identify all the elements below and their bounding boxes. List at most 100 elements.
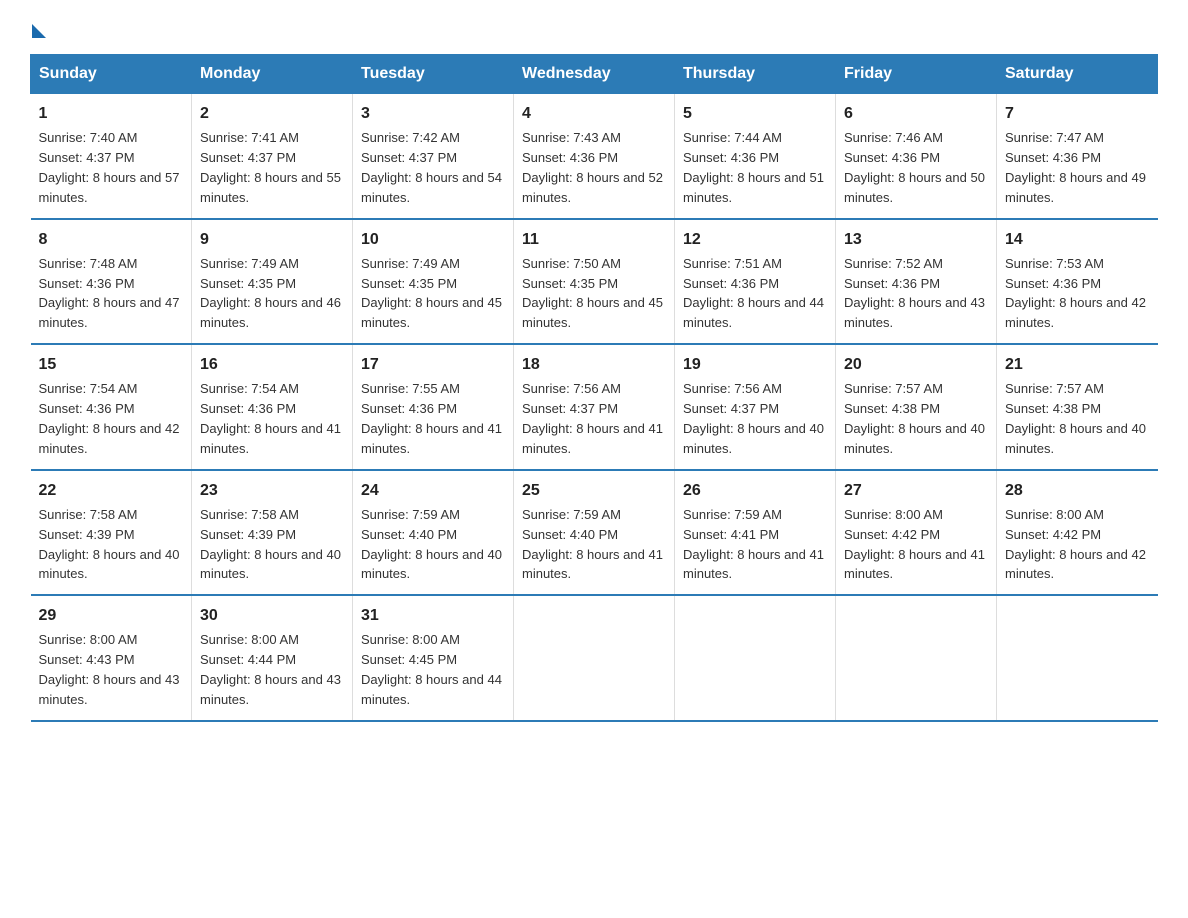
page-header: [30, 20, 1158, 34]
header-sunday: Sunday: [31, 55, 192, 94]
calendar-table: SundayMondayTuesdayWednesdayThursdayFrid…: [30, 54, 1158, 722]
calendar-cell: 26 Sunrise: 7:59 AMSunset: 4:41 PMDayligh…: [675, 470, 836, 596]
day-info: Sunrise: 8:00 AMSunset: 4:44 PMDaylight:…: [200, 632, 341, 707]
day-number: 15: [39, 353, 184, 376]
logo-triangle-icon: [32, 24, 46, 38]
day-info: Sunrise: 7:59 AMSunset: 4:40 PMDaylight:…: [361, 507, 502, 582]
day-info: Sunrise: 7:59 AMSunset: 4:41 PMDaylight:…: [683, 507, 824, 582]
day-info: Sunrise: 7:59 AMSunset: 4:40 PMDaylight:…: [522, 507, 663, 582]
calendar-cell: 19 Sunrise: 7:56 AMSunset: 4:37 PMDayligh…: [675, 344, 836, 470]
calendar-cell: 5Sunrise: 7:44 AMSunset: 4:36 PMDaylight…: [675, 94, 836, 219]
day-number: 18: [522, 353, 666, 376]
calendar-cell: 8 Sunrise: 7:48 AMSunset: 4:36 PMDaylight…: [31, 219, 192, 345]
calendar-cell: 24 Sunrise: 7:59 AMSunset: 4:40 PMDayligh…: [353, 470, 514, 596]
calendar-cell: 16 Sunrise: 7:54 AMSunset: 4:36 PMDayligh…: [192, 344, 353, 470]
day-info: Sunrise: 7:54 AMSunset: 4:36 PMDaylight:…: [39, 381, 180, 456]
day-number: 4: [522, 102, 666, 125]
calendar-cell: 2Sunrise: 7:41 AMSunset: 4:37 PMDaylight…: [192, 94, 353, 219]
day-number: 20: [844, 353, 988, 376]
day-number: 13: [844, 228, 988, 251]
day-number: 29: [39, 604, 184, 627]
day-info: Sunrise: 7:50 AMSunset: 4:35 PMDaylight:…: [522, 256, 663, 331]
calendar-cell: 4 Sunrise: 7:43 AMSunset: 4:36 PMDaylight…: [514, 94, 675, 219]
day-number: 31: [361, 604, 505, 627]
calendar-week-row: 15 Sunrise: 7:54 AMSunset: 4:36 PMDayligh…: [31, 344, 1158, 470]
day-info: Sunrise: 7:47 AMSunset: 4:36 PMDaylight:…: [1005, 130, 1146, 205]
day-number: 7: [1005, 102, 1150, 125]
day-info: Sunrise: 8:00 AMSunset: 4:43 PMDaylight:…: [39, 632, 180, 707]
day-info: Sunrise: 7:42 AMSunset: 4:37 PMDaylight:…: [361, 130, 502, 205]
calendar-cell: 6 Sunrise: 7:46 AMSunset: 4:36 PMDaylight…: [836, 94, 997, 219]
calendar-cell: 3 Sunrise: 7:42 AMSunset: 4:37 PMDaylight…: [353, 94, 514, 219]
calendar-cell: 11 Sunrise: 7:50 AMSunset: 4:35 PMDayligh…: [514, 219, 675, 345]
day-info: Sunrise: 7:57 AMSunset: 4:38 PMDaylight:…: [844, 381, 985, 456]
calendar-cell: 29 Sunrise: 8:00 AMSunset: 4:43 PMDayligh…: [31, 595, 192, 721]
day-info: Sunrise: 7:46 AMSunset: 4:36 PMDaylight:…: [844, 130, 985, 205]
day-number: 24: [361, 479, 505, 502]
day-number: 5: [683, 102, 827, 125]
day-info: Sunrise: 7:58 AMSunset: 4:39 PMDaylight:…: [200, 507, 341, 582]
day-info: Sunrise: 7:56 AMSunset: 4:37 PMDaylight:…: [522, 381, 663, 456]
day-info: Sunrise: 7:58 AMSunset: 4:39 PMDaylight:…: [39, 507, 180, 582]
day-number: 9: [200, 228, 344, 251]
calendar-cell: [675, 595, 836, 721]
calendar-cell: 18 Sunrise: 7:56 AMSunset: 4:37 PMDayligh…: [514, 344, 675, 470]
day-number: 14: [1005, 228, 1150, 251]
day-number: 21: [1005, 353, 1150, 376]
calendar-week-row: 8 Sunrise: 7:48 AMSunset: 4:36 PMDaylight…: [31, 219, 1158, 345]
day-number: 30: [200, 604, 344, 627]
calendar-cell: 15 Sunrise: 7:54 AMSunset: 4:36 PMDayligh…: [31, 344, 192, 470]
calendar-cell: 17 Sunrise: 7:55 AMSunset: 4:36 PMDayligh…: [353, 344, 514, 470]
calendar-cell: 10Sunrise: 7:49 AMSunset: 4:35 PMDayligh…: [353, 219, 514, 345]
calendar-cell: 9 Sunrise: 7:49 AMSunset: 4:35 PMDaylight…: [192, 219, 353, 345]
day-number: 2: [200, 102, 344, 125]
day-info: Sunrise: 7:49 AMSunset: 4:35 PMDaylight:…: [200, 256, 341, 331]
day-number: 11: [522, 228, 666, 251]
day-number: 17: [361, 353, 505, 376]
header-saturday: Saturday: [997, 55, 1158, 94]
header-friday: Friday: [836, 55, 997, 94]
day-number: 6: [844, 102, 988, 125]
day-number: 28: [1005, 479, 1150, 502]
calendar-cell: 28 Sunrise: 8:00 AMSunset: 4:42 PMDayligh…: [997, 470, 1158, 596]
calendar-cell: 20 Sunrise: 7:57 AMSunset: 4:38 PMDayligh…: [836, 344, 997, 470]
calendar-cell: 31 Sunrise: 8:00 AMSunset: 4:45 PMDayligh…: [353, 595, 514, 721]
day-number: 27: [844, 479, 988, 502]
day-number: 12: [683, 228, 827, 251]
calendar-cell: 21 Sunrise: 7:57 AMSunset: 4:38 PMDayligh…: [997, 344, 1158, 470]
calendar-cell: [514, 595, 675, 721]
calendar-cell: 25Sunrise: 7:59 AMSunset: 4:40 PMDayligh…: [514, 470, 675, 596]
day-info: Sunrise: 7:53 AMSunset: 4:36 PMDaylight:…: [1005, 256, 1146, 331]
calendar-cell: 22Sunrise: 7:58 AMSunset: 4:39 PMDayligh…: [31, 470, 192, 596]
header-tuesday: Tuesday: [353, 55, 514, 94]
day-info: Sunrise: 7:40 AMSunset: 4:37 PMDaylight:…: [39, 130, 180, 205]
calendar-header-row: SundayMondayTuesdayWednesdayThursdayFrid…: [31, 55, 1158, 94]
calendar-week-row: 29 Sunrise: 8:00 AMSunset: 4:43 PMDayligh…: [31, 595, 1158, 721]
day-info: Sunrise: 7:43 AMSunset: 4:36 PMDaylight:…: [522, 130, 663, 205]
day-info: Sunrise: 8:00 AMSunset: 4:45 PMDaylight:…: [361, 632, 502, 707]
day-info: Sunrise: 7:52 AMSunset: 4:36 PMDaylight:…: [844, 256, 985, 331]
day-number: 8: [39, 228, 184, 251]
day-info: Sunrise: 7:55 AMSunset: 4:36 PMDaylight:…: [361, 381, 502, 456]
day-info: Sunrise: 8:00 AMSunset: 4:42 PMDaylight:…: [1005, 507, 1146, 582]
logo: [30, 20, 46, 34]
day-number: 3: [361, 102, 505, 125]
calendar-cell: 30 Sunrise: 8:00 AMSunset: 4:44 PMDayligh…: [192, 595, 353, 721]
day-info: Sunrise: 7:48 AMSunset: 4:36 PMDaylight:…: [39, 256, 180, 331]
day-info: Sunrise: 7:54 AMSunset: 4:36 PMDaylight:…: [200, 381, 341, 456]
day-number: 19: [683, 353, 827, 376]
day-number: 26: [683, 479, 827, 502]
calendar-cell: 12 Sunrise: 7:51 AMSunset: 4:36 PMDayligh…: [675, 219, 836, 345]
day-info: Sunrise: 7:56 AMSunset: 4:37 PMDaylight:…: [683, 381, 824, 456]
day-info: Sunrise: 7:57 AMSunset: 4:38 PMDaylight:…: [1005, 381, 1146, 456]
calendar-cell: 7 Sunrise: 7:47 AMSunset: 4:36 PMDaylight…: [997, 94, 1158, 219]
day-info: Sunrise: 8:00 AMSunset: 4:42 PMDaylight:…: [844, 507, 985, 582]
header-thursday: Thursday: [675, 55, 836, 94]
calendar-cell: 14 Sunrise: 7:53 AMSunset: 4:36 PMDayligh…: [997, 219, 1158, 345]
calendar-cell: 1Sunrise: 7:40 AMSunset: 4:37 PMDaylight…: [31, 94, 192, 219]
day-info: Sunrise: 7:51 AMSunset: 4:36 PMDaylight:…: [683, 256, 824, 331]
calendar-week-row: 1Sunrise: 7:40 AMSunset: 4:37 PMDaylight…: [31, 94, 1158, 219]
day-number: 16: [200, 353, 344, 376]
calendar-cell: 23Sunrise: 7:58 AMSunset: 4:39 PMDayligh…: [192, 470, 353, 596]
header-monday: Monday: [192, 55, 353, 94]
